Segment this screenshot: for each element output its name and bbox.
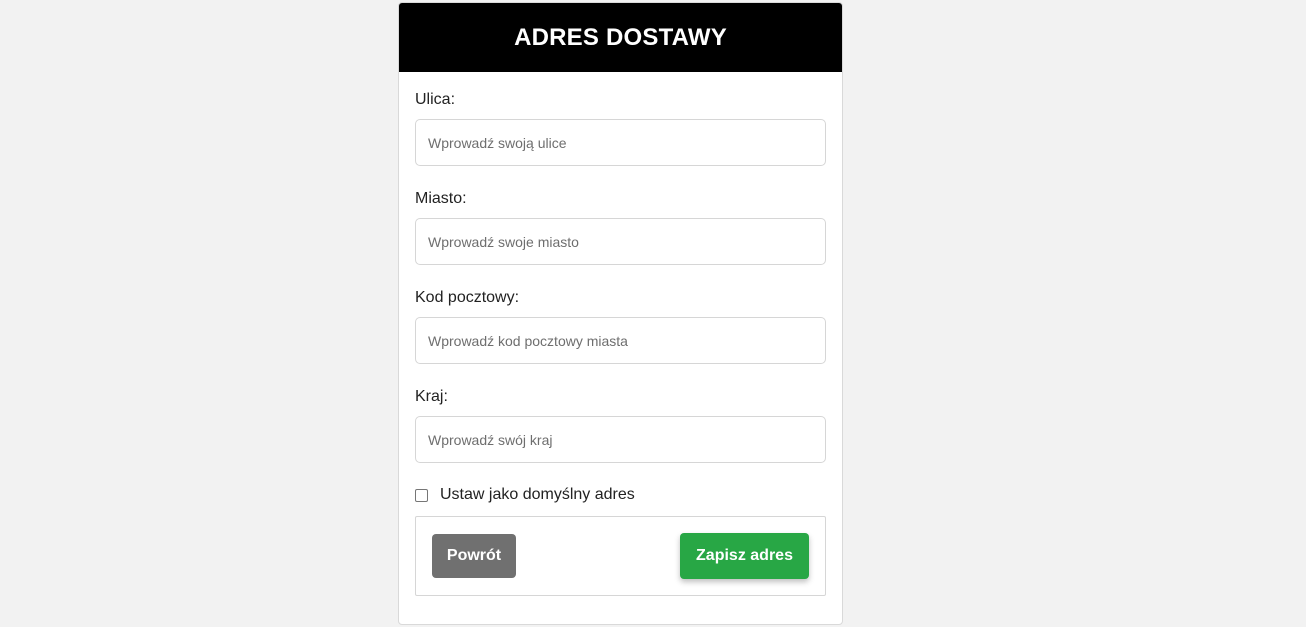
postal-code-input[interactable] <box>415 317 826 364</box>
country-label: Kraj: <box>415 388 448 405</box>
page-title: ADRES DOSTAWY <box>514 23 727 51</box>
country-field-group: Kraj: <box>415 387 826 463</box>
address-card: ADRES DOSTAWY Ulica: Miasto: Kod pocztow… <box>398 2 843 625</box>
city-input[interactable] <box>415 218 826 265</box>
card-header: ADRES DOSTAWY <box>399 3 842 72</box>
default-address-row: Ustaw jako domyślny adres <box>415 483 826 507</box>
address-form: Ulica: Miasto: Kod pocztowy: Kraj: Ustaw… <box>399 72 842 596</box>
default-address-label[interactable]: Ustaw jako domyślny adres <box>440 486 635 504</box>
save-address-button[interactable]: Zapisz adres <box>680 533 809 579</box>
street-field-group: Ulica: <box>415 90 826 166</box>
postal-code-field-group: Kod pocztowy: <box>415 288 826 364</box>
city-label: Miasto: <box>415 190 467 207</box>
city-field-group: Miasto: <box>415 189 826 265</box>
postal-code-label: Kod pocztowy: <box>415 289 520 306</box>
street-input[interactable] <box>415 119 826 166</box>
form-actions: Powrót Zapisz adres <box>415 516 826 596</box>
country-input[interactable] <box>415 416 826 463</box>
back-button[interactable]: Powrót <box>432 534 516 578</box>
street-label: Ulica: <box>415 91 456 108</box>
default-address-checkbox[interactable] <box>415 488 428 502</box>
